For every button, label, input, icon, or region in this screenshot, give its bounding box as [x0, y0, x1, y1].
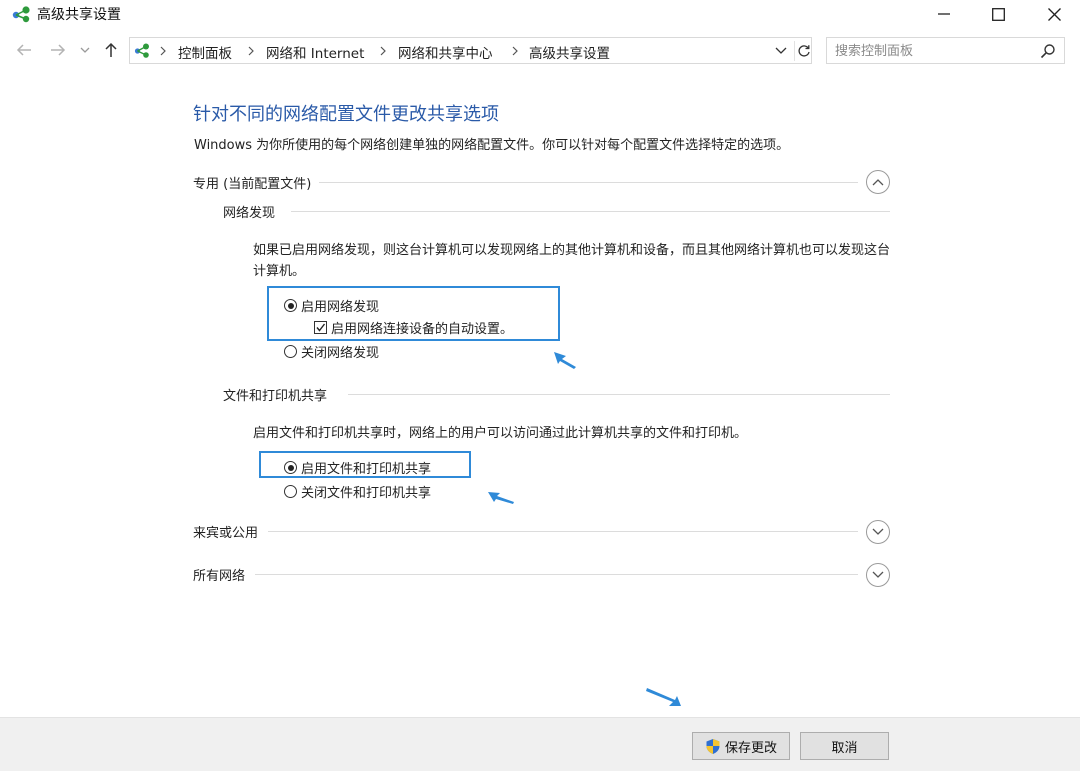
all-networks-header[interactable]: 所有网络	[193, 563, 890, 585]
back-arrow-icon	[16, 44, 31, 56]
maximize-icon	[991, 7, 1005, 21]
bottom-bar: 保存更改 取消	[0, 717, 1080, 771]
chevron-down-icon	[872, 528, 884, 535]
subsection-divider	[348, 394, 890, 395]
breadcrumb-network-internet[interactable]: 网络和 Internet	[266, 42, 364, 62]
up-arrow-icon	[105, 42, 117, 57]
maximize-button[interactable]	[972, 0, 1024, 28]
file-sharing-off-radio[interactable]	[284, 485, 297, 498]
network-discovery-off-radio[interactable]	[284, 345, 297, 358]
address-bar[interactable]: 控制面板 网络和 Internet 网络和共享中心 高级共享设置	[129, 37, 812, 64]
save-changes-button[interactable]: 保存更改	[692, 732, 790, 760]
private-profile-header[interactable]: 专用 (当前配置文件)	[193, 171, 890, 193]
expand-all-networks-button[interactable]	[866, 563, 890, 587]
up-button[interactable]	[101, 40, 121, 60]
refresh-icon	[797, 45, 810, 57]
shield-icon	[706, 738, 720, 754]
network-discovery-title: 网络发现	[223, 202, 284, 221]
forward-arrow-icon	[51, 44, 66, 56]
annotation-arrow-icon	[646, 688, 681, 706]
chevron-down-icon	[80, 47, 90, 53]
minimize-button[interactable]	[918, 0, 970, 28]
page-title: 针对不同的网络配置文件更改共享选项	[193, 104, 499, 125]
cancel-label: 取消	[831, 740, 858, 756]
save-changes-label: 保存更改	[724, 740, 777, 756]
breadcrumb-control-panel[interactable]: 控制面板	[178, 42, 232, 62]
network-discovery-off-label[interactable]: 关闭网络发现	[301, 342, 379, 361]
chevron-up-icon	[872, 179, 884, 186]
forward-button[interactable]	[48, 40, 68, 60]
private-profile-label: 专用 (当前配置文件)	[193, 173, 320, 192]
collapse-private-button[interactable]	[866, 170, 890, 194]
file-sharing-off-option[interactable]: 关闭文件和打印机共享	[284, 482, 431, 501]
highlight-box	[259, 451, 471, 478]
breadcrumb-separator-icon	[248, 46, 254, 56]
guest-profile-header[interactable]: 来宾或公用	[193, 520, 890, 542]
file-sharing-off-label[interactable]: 关闭文件和打印机共享	[301, 482, 431, 501]
breadcrumb-separator-icon	[160, 46, 166, 56]
annotation-arrow-icon	[554, 352, 576, 369]
breadcrumb-separator-icon	[512, 46, 518, 56]
address-dropdown-icon[interactable]	[774, 43, 788, 57]
file-printer-sharing-description: 启用文件和打印机共享时，网络上的用户可以访问通过此计算机共享的文件和打印机。	[253, 426, 748, 441]
search-box[interactable]	[826, 37, 1065, 64]
window-title: 高级共享设置	[37, 7, 121, 23]
guest-profile-label: 来宾或公用	[193, 522, 267, 541]
expand-guest-button[interactable]	[866, 520, 890, 544]
file-printer-sharing-title: 文件和打印机共享	[223, 385, 336, 404]
recent-locations-button[interactable]	[78, 40, 92, 60]
section-divider	[313, 182, 858, 183]
network-discovery-off-option[interactable]: 关闭网络发现	[284, 342, 379, 361]
close-button[interactable]	[1028, 0, 1080, 28]
cancel-button[interactable]: 取消	[800, 732, 889, 760]
all-networks-label: 所有网络	[193, 565, 254, 584]
section-divider	[268, 531, 858, 532]
highlight-box	[267, 286, 560, 341]
refresh-button[interactable]	[794, 41, 812, 61]
network-location-icon	[134, 43, 149, 58]
network-discovery-description: 如果已启用网络发现，则这台计算机可以发现网络上的其他计算机和设备，而且其他网络计…	[253, 243, 891, 279]
chevron-down-icon	[872, 571, 884, 578]
subsection-divider	[291, 211, 890, 212]
breadcrumb-network-sharing-center[interactable]: 网络和共享中心	[398, 42, 493, 62]
section-divider	[255, 574, 858, 575]
close-icon	[1047, 7, 1061, 21]
back-button[interactable]	[14, 40, 34, 60]
search-icon[interactable]	[1040, 43, 1056, 59]
search-input[interactable]	[835, 41, 1035, 61]
network-sharing-icon	[12, 6, 30, 23]
minimize-icon	[938, 13, 950, 15]
breadcrumb-advanced-sharing[interactable]: 高级共享设置	[529, 42, 610, 62]
annotation-arrow-icon	[488, 492, 514, 504]
page-description: Windows 为你所使用的每个网络创建单独的网络配置文件。你可以针对每个配置文…	[194, 138, 790, 153]
breadcrumb-separator-icon	[380, 46, 386, 56]
title-bar: 高级共享设置	[0, 0, 1080, 28]
